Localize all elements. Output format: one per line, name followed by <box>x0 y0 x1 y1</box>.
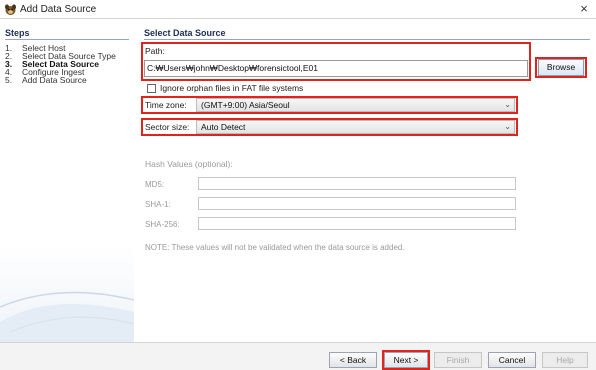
ignore-orphan-label: Ignore orphan files in FAT file systems <box>160 83 304 93</box>
steps-panel: Steps 1. Select Host 2. Select Data Source… <box>0 20 134 342</box>
close-icon[interactable]: × <box>576 1 592 17</box>
steps-list: 1. Select Host 2. Select Data Source Type … <box>5 44 116 85</box>
chevron-down-icon: ⌄ <box>504 100 511 109</box>
sha1-label: SHA-1: <box>145 200 171 209</box>
help-button[interactable]: Help <box>542 352 588 368</box>
ignore-orphan-checkbox[interactable] <box>147 84 156 93</box>
sha256-label: SHA-256: <box>145 220 180 229</box>
path-label: Path: <box>145 46 165 56</box>
hash-note: NOTE: These values will not be validated… <box>145 243 405 252</box>
browse-button[interactable]: Browse <box>538 59 584 76</box>
section-title: Select Data Source <box>144 28 226 38</box>
sha256-input[interactable] <box>198 217 516 230</box>
path-input[interactable]: C:₩Users₩john₩Desktop₩forensictool,E01 <box>144 60 528 77</box>
finish-button[interactable]: Finish <box>434 352 482 368</box>
sha1-input[interactable] <box>198 197 516 210</box>
step-item: 5. Add Data Source <box>5 75 87 85</box>
next-button[interactable]: Next > <box>384 352 428 368</box>
time-zone-label: Time zone: <box>145 100 187 110</box>
steps-divider <box>5 39 129 40</box>
title-bar: Add Data Source × <box>0 0 596 19</box>
md5-input[interactable] <box>198 177 516 190</box>
step-label: Add Data Source <box>22 75 87 85</box>
decorative-swoosh <box>0 291 134 342</box>
back-button[interactable]: < Back <box>329 352 377 368</box>
autopsy-dog-icon <box>5 4 16 15</box>
section-divider <box>144 39 590 40</box>
time-zone-value: (GMT+9:00) Asia/Seoul <box>201 100 290 110</box>
md5-label: MD5: <box>145 180 165 189</box>
window-title: Add Data Source <box>20 4 97 15</box>
steps-title: Steps <box>5 28 30 38</box>
sector-size-value: Auto Detect <box>201 122 246 132</box>
cancel-button[interactable]: Cancel <box>488 352 536 368</box>
time-zone-select[interactable]: (GMT+9:00) Asia/Seoul ⌄ <box>196 98 515 112</box>
sector-size-label: Sector size: <box>145 122 190 132</box>
chevron-down-icon: ⌄ <box>504 122 511 131</box>
hash-values-title: Hash Values (optional): <box>145 159 233 169</box>
sector-size-select[interactable]: Auto Detect ⌄ <box>196 120 515 134</box>
